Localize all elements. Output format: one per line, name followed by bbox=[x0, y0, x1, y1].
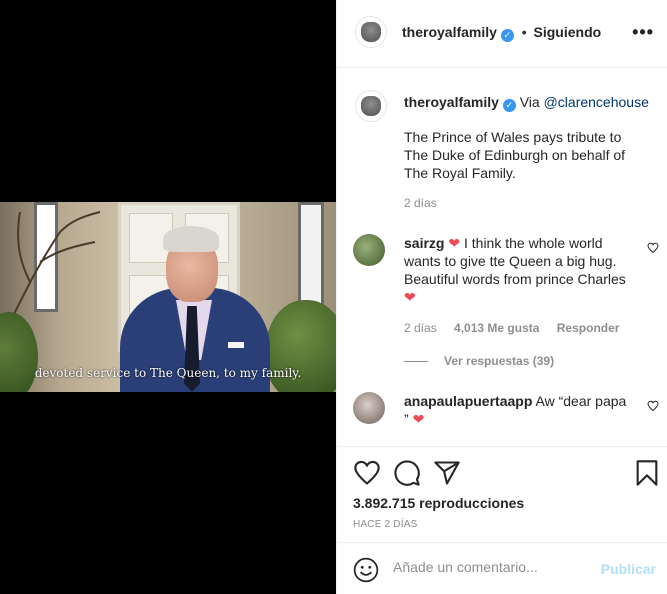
post-header: theroyalfamily ✓ • Siguiendo ••• bbox=[337, 0, 667, 68]
caption-via: Via bbox=[519, 94, 540, 110]
view-count[interactable]: 3.892.715 reproducciones bbox=[353, 495, 524, 511]
comments-area[interactable]: theroyalfamily ✓ Via @clarencehouse The … bbox=[337, 68, 667, 446]
caption-header: theroyalfamily ✓ Via @clarencehouse bbox=[404, 94, 649, 112]
avatar[interactable] bbox=[355, 16, 387, 48]
royal-crest-icon bbox=[361, 96, 381, 116]
comment-input[interactable] bbox=[393, 559, 593, 575]
comment-username[interactable]: sairzg bbox=[404, 235, 444, 251]
comment-avatar[interactable] bbox=[353, 392, 385, 424]
comment-avatar[interactable] bbox=[353, 234, 385, 266]
comment-body: sairzg ❤ I think the whole world wants t… bbox=[404, 234, 629, 306]
comment-like-heart-icon[interactable] bbox=[647, 400, 659, 412]
verified-icon: ✓ bbox=[500, 29, 514, 42]
view-replies-label: Ver respuestas (39) bbox=[444, 354, 555, 368]
video-frame[interactable]: devoted service to The Queen, to my fami… bbox=[0, 202, 336, 392]
comment-like-heart-icon[interactable] bbox=[647, 242, 659, 254]
header-separator: • bbox=[521, 24, 527, 40]
comment-time[interactable]: 2 días bbox=[404, 321, 437, 335]
reply-button[interactable]: Responder bbox=[557, 321, 620, 335]
comment-item: sairzg ❤ I think the whole world wants t… bbox=[353, 234, 659, 370]
comment-form: Publicar bbox=[337, 542, 667, 594]
more-options-icon[interactable]: ••• bbox=[632, 22, 654, 43]
video-player[interactable]: devoted service to The Queen, to my fami… bbox=[0, 0, 336, 594]
comment-likes[interactable]: 4,013 Me gusta bbox=[454, 321, 539, 335]
caption-avatar[interactable] bbox=[355, 90, 387, 122]
header-user-line: theroyalfamily ✓ • Siguiendo bbox=[402, 24, 601, 42]
save-bookmark-icon[interactable] bbox=[633, 459, 661, 487]
view-replies-button[interactable]: Ver respuestas (39) bbox=[404, 354, 554, 368]
publish-button[interactable]: Publicar bbox=[601, 561, 656, 577]
emoji-picker-icon[interactable] bbox=[353, 557, 379, 583]
replies-divider bbox=[404, 361, 428, 363]
video-person-hair bbox=[163, 226, 219, 252]
heart-emoji-icon: ❤ bbox=[404, 289, 416, 305]
caption-username[interactable]: theroyalfamily bbox=[404, 94, 499, 110]
post-panel: theroyalfamily ✓ • Siguiendo ••• theroya… bbox=[336, 0, 667, 594]
caption-text: The Prince of Wales pays tribute to The … bbox=[404, 129, 626, 181]
caption-mention-link[interactable]: @clarencehouse bbox=[544, 94, 649, 110]
heart-emoji-icon: ❤ bbox=[412, 411, 425, 427]
comment-meta: 2 días 4,013 Me gusta Responder bbox=[404, 321, 633, 335]
header-username[interactable]: theroyalfamily bbox=[402, 24, 497, 40]
like-heart-icon[interactable] bbox=[353, 459, 381, 487]
comment-username[interactable]: anapaulapuertaapp bbox=[404, 393, 532, 409]
comment-bubble-icon[interactable] bbox=[393, 459, 421, 487]
heart-emoji-icon: ❤ bbox=[448, 235, 461, 251]
video-vine bbox=[9, 211, 101, 322]
video-subtitle: devoted service to The Queen, to my fami… bbox=[34, 366, 302, 380]
following-button[interactable]: Siguiendo bbox=[534, 24, 602, 40]
share-send-icon[interactable] bbox=[433, 459, 461, 487]
comment-body: anapaulapuertaapp Aw “dear papa ” ❤ bbox=[404, 392, 629, 428]
action-bar: 3.892.715 reproducciones HACE 2 DÍAS bbox=[337, 446, 667, 542]
video-window-right bbox=[298, 202, 324, 312]
post-timestamp[interactable]: HACE 2 DÍAS bbox=[353, 519, 417, 530]
royal-crest-icon bbox=[361, 22, 381, 42]
comment-item: anapaulapuertaapp Aw “dear papa ” ❤ bbox=[353, 392, 659, 442]
video-person-pocket-square bbox=[228, 342, 244, 348]
caption-time[interactable]: 2 días bbox=[404, 196, 437, 210]
verified-icon: ✓ bbox=[502, 99, 516, 112]
